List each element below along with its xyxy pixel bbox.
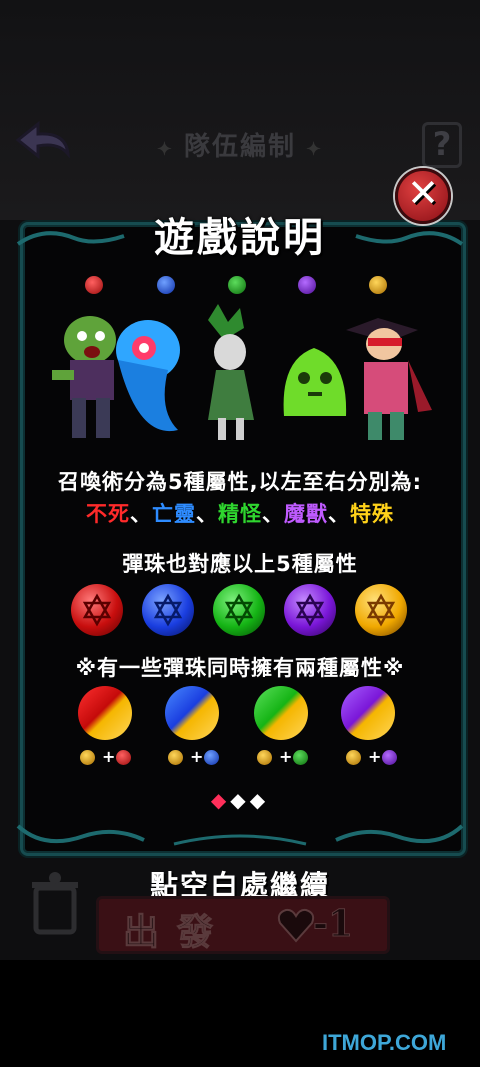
attribute-ghost: 亡靈 [152, 502, 196, 526]
undead-mini-orb-icon [85, 276, 103, 294]
red-mini-orb-icon [116, 750, 131, 765]
start-button[interactable]: 出發 -1 [96, 896, 390, 954]
plus-sign: + [279, 747, 293, 766]
red-orb-icon [71, 584, 123, 636]
combo-gold-blue: + [168, 747, 238, 768]
gold-mini-orb-icon [346, 750, 361, 765]
special-mini-orb-icon [369, 276, 387, 294]
ornament-icon: ✦ [306, 139, 324, 160]
help-button[interactable]: ? [422, 122, 462, 168]
ornament-icon: ✦ [156, 139, 174, 160]
close-button[interactable]: ✕ [395, 168, 451, 224]
ninja-monster-icon [346, 318, 432, 440]
dual-attribute-text: ※有一些彈珠同時擁有兩種屬性※ [75, 656, 405, 680]
pager-dot-2[interactable]: ◆ [230, 788, 249, 812]
attribute-undead: 不死 [86, 502, 130, 526]
purple-mini-orb-icon [382, 750, 397, 765]
slime-monster-icon [283, 348, 347, 416]
orbs-text: 彈珠也對應以上5種屬性 [122, 552, 358, 576]
blue-mini-orb-icon [204, 750, 219, 765]
blue-orb-icon [142, 584, 194, 636]
purple-orb-icon [284, 584, 336, 636]
monster-lineup [52, 304, 432, 440]
combo-gold-red: + [80, 747, 150, 768]
combo-gold-purple: + [346, 747, 416, 768]
attribute-names: 不死、亡靈、精怪、魔獸、特殊 [0, 498, 480, 528]
gold-mini-orb-icon [168, 750, 183, 765]
separator: 、 [328, 502, 350, 526]
ghost-mini-orb-icon [157, 276, 175, 294]
gold-purple-dual-orb-icon [341, 686, 395, 740]
watermark-text: ITMOP.COM [322, 1030, 447, 1055]
gold-blue-dual-orb-icon [165, 686, 219, 740]
combo-gold-green: + [257, 747, 327, 768]
plus-sign: + [368, 747, 382, 766]
plant-spirit-monster-icon [208, 304, 254, 440]
attribute-beast: 魔獸 [284, 502, 328, 526]
gold-mini-orb-icon [257, 750, 272, 765]
dialog-bottom-ornament [16, 824, 464, 846]
pager-dot-3[interactable]: ◆ [250, 788, 269, 812]
heart-icon [277, 908, 315, 943]
team-setup-title: ✦ 隊伍編制 ✦ [0, 126, 480, 163]
spirit-mini-orb-icon [228, 276, 246, 294]
gold-green-dual-orb-icon [254, 686, 308, 740]
plus-sign: + [102, 747, 116, 766]
attributes-intro-text: 召喚術分為5種屬性,以左至右分別為: [58, 470, 422, 494]
gold-orb-icon [355, 584, 407, 636]
separator: 、 [196, 502, 218, 526]
pager-dot-1[interactable]: ◆ [211, 788, 230, 812]
start-cost: -1 [313, 903, 354, 946]
page-indicator[interactable]: ◆◆◆ [0, 788, 480, 812]
ghost-monster-icon [116, 320, 180, 432]
separator: 、 [130, 502, 152, 526]
zombie-monster-icon [52, 316, 116, 438]
gold-mini-orb-icon [80, 750, 95, 765]
attribute-spirit: 精怪 [218, 502, 262, 526]
green-orb-icon [213, 584, 265, 636]
gold-red-dual-orb-icon [78, 686, 132, 740]
plus-sign: + [190, 747, 204, 766]
separator: 、 [262, 502, 284, 526]
beast-mini-orb-icon [298, 276, 316, 294]
close-icon: ✕ [407, 171, 439, 215]
start-button-label: 出發 [122, 911, 232, 954]
team-setup-title-text: 隊伍編制 [183, 132, 296, 162]
green-mini-orb-icon [293, 750, 308, 765]
attribute-special: 特殊 [350, 502, 394, 526]
trash-icon[interactable] [30, 872, 80, 936]
